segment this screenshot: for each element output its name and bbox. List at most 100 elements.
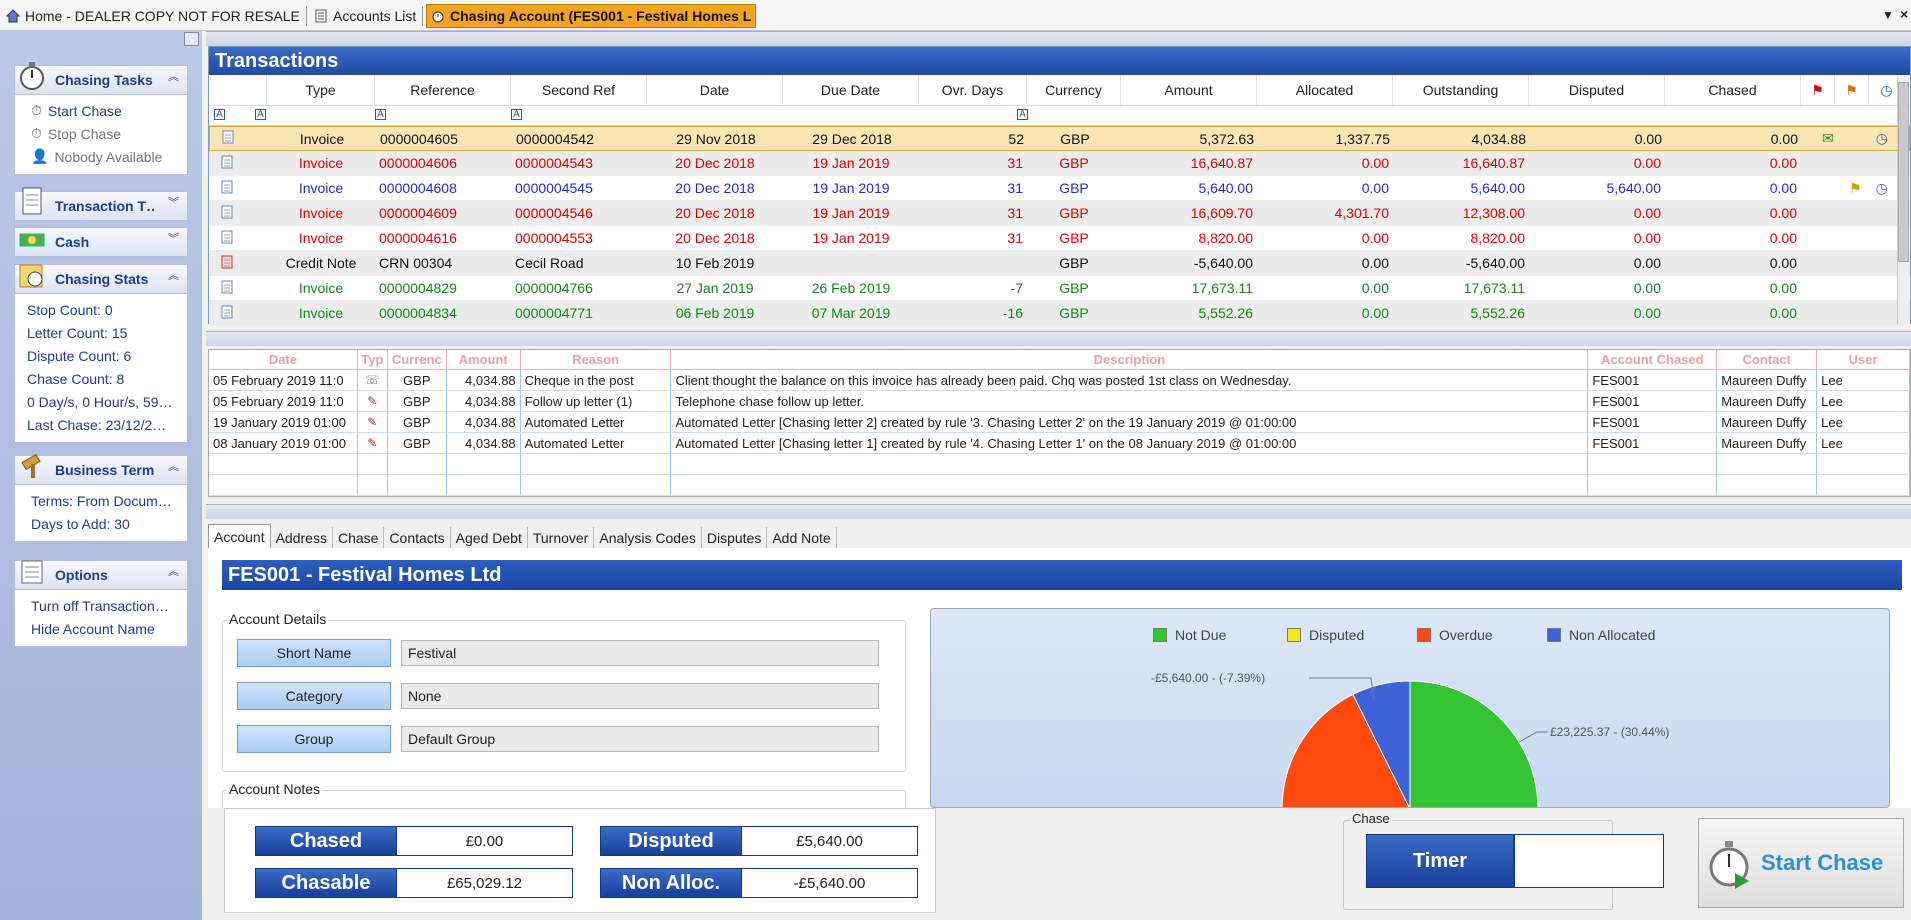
chase-log-row[interactable]: 19 January 2019 01:00 ✎ GBP 4,034.88 Automat… xyxy=(209,412,1910,433)
col-second-ref[interactable]: Second Ref xyxy=(511,75,647,105)
chase-log-rows: 05 February 2019 11:0 ☏ GBP 4,034.88 Cheque … xyxy=(209,370,1910,496)
chase-log-row[interactable]: 08 January 2019 01:00 ✎ GBP 4,034.88 Automat… xyxy=(209,433,1910,454)
cell-alloc: 0.00 xyxy=(1361,305,1389,321)
chase-log-grid: Date Typ Currenc Amount Reason Descripti… xyxy=(208,349,1911,497)
col-account-chased[interactable]: Account Chased xyxy=(1588,350,1718,369)
transaction-row[interactable]: Invoice 0000004834 0000004771 06 Feb 2019 07… xyxy=(209,301,1910,326)
cell-type: Invoice xyxy=(298,230,344,246)
chevron-up-icon[interactable]: ︽ xyxy=(168,72,179,83)
chevron-up-icon[interactable]: ︽ xyxy=(168,462,179,473)
close-icon[interactable]: × xyxy=(1900,6,1908,22)
transaction-row[interactable]: Invoice 0000004829 0000004766 27 Jan 2019 26… xyxy=(209,276,1910,301)
col-user[interactable]: User xyxy=(1817,350,1911,369)
tab-disputes[interactable]: Disputes xyxy=(702,527,768,549)
short-name-field[interactable]: Festival xyxy=(401,640,879,666)
col-currency[interactable]: Currenc xyxy=(388,350,447,369)
group-chasing-tasks-header[interactable]: Chasing Tasks ︽ xyxy=(14,62,188,95)
filter-icon[interactable]: A xyxy=(255,109,266,120)
col-chased[interactable]: Chased xyxy=(1665,75,1801,105)
stop-chase-link[interactable]: ⏱ Stop Chase xyxy=(15,122,187,145)
col-ovr-days[interactable]: Ovr. Days xyxy=(919,75,1027,105)
document-icon xyxy=(22,187,42,215)
tab-home[interactable]: Home - DEALER COPY NOT FOR RESALE xyxy=(2,4,302,28)
col-type[interactable]: Type xyxy=(267,75,375,105)
col-date[interactable]: Date xyxy=(209,350,358,369)
flag-orange-icon[interactable]: ⚑ xyxy=(1835,75,1869,105)
chevron-up-icon[interactable]: ︽ xyxy=(168,567,179,578)
group-label: Group xyxy=(237,725,391,753)
tab-account[interactable]: Account xyxy=(208,524,271,549)
invoice-icon xyxy=(209,180,267,197)
transactions-scrollbar[interactable] xyxy=(1897,78,1909,324)
group-cash-header[interactable]: Cash ︾ xyxy=(14,227,188,257)
col-description[interactable]: Description xyxy=(671,350,1589,369)
splitter[interactable] xyxy=(206,504,1911,519)
hide-account-name-link[interactable]: Hide Account Name xyxy=(15,617,187,640)
splitter[interactable] xyxy=(206,331,1911,346)
tab-address[interactable]: Address xyxy=(271,527,333,549)
flag-red-icon[interactable]: ⚑ xyxy=(1801,75,1835,105)
col-disputed[interactable]: Disputed xyxy=(1529,75,1665,105)
leader-line xyxy=(1518,731,1548,743)
transaction-row[interactable]: Invoice 0000004616 0000004553 20 Dec 2018 19… xyxy=(209,226,1910,251)
transactions-panel: Transactions Type Reference Second Ref D… xyxy=(208,46,1911,326)
col-typ[interactable]: Typ xyxy=(358,350,388,369)
chase-log-row[interactable]: 05 February 2019 11:0 ✎ GBP 4,034.88 Follow … xyxy=(209,391,1910,412)
filter-icon[interactable]: A xyxy=(1017,109,1028,120)
start-chase-button[interactable]: Start Chase xyxy=(1698,818,1904,908)
filter-row[interactable]: A A A A A xyxy=(209,106,1910,126)
cell-date: 29 Nov 2018 xyxy=(676,130,756,147)
group-field[interactable]: Default Group xyxy=(401,726,879,752)
cell-chased: 0.00 xyxy=(1769,230,1797,246)
col-contact[interactable]: Contact xyxy=(1717,350,1818,369)
col-reason[interactable]: Reason xyxy=(521,350,672,369)
tab-aged-debt[interactable]: Aged Debt xyxy=(451,527,528,549)
empty-cell xyxy=(1817,454,1910,474)
col-outstanding[interactable]: Outstanding xyxy=(1393,75,1529,105)
tab-turnover[interactable]: Turnover xyxy=(528,527,595,549)
tab-dropdown-icon[interactable]: ▼ xyxy=(1882,8,1894,22)
turn-off-transaction-link[interactable]: Turn off Transaction… xyxy=(15,594,187,617)
chase-log-row[interactable]: 05 February 2019 11:0 ☏ GBP 4,034.88 Cheque … xyxy=(209,370,1910,391)
transaction-row[interactable]: Invoice 0000004606 0000004543 20 Dec 2018 19… xyxy=(209,151,1910,176)
tab-accounts-list[interactable]: Accounts List xyxy=(310,4,422,28)
chevron-down-icon[interactable]: ︾ xyxy=(168,198,179,209)
pin-icon[interactable] xyxy=(184,32,199,46)
filter-icon[interactable]: A xyxy=(375,109,386,120)
col-currency[interactable]: Currency xyxy=(1027,75,1121,105)
tab-add-note[interactable]: Add Note xyxy=(767,527,837,549)
transaction-row[interactable]: Invoice 0000004608 0000004545 20 Dec 2018 19… xyxy=(209,176,1910,201)
col-amount[interactable]: Amount xyxy=(1121,75,1257,105)
cell-due: 19 Jan 2019 xyxy=(812,205,890,221)
letter-icon: ✎ xyxy=(358,391,388,411)
tab-analysis-codes[interactable]: Analysis Codes xyxy=(594,527,702,549)
transaction-row[interactable]: Invoice 0000004609 0000004546 20 Dec 2018 19… xyxy=(209,201,1910,226)
filter-icon[interactable]: A xyxy=(214,109,225,120)
cell-amount: 5,640.00 xyxy=(1198,180,1254,196)
nobody-available-link[interactable]: 👤 Nobody Available xyxy=(15,145,187,168)
col-icon[interactable] xyxy=(209,75,267,105)
chevron-down-icon[interactable]: ︾ xyxy=(168,234,179,245)
start-chase-link[interactable]: ⏱ Start Chase xyxy=(15,99,187,122)
category-field[interactable]: None xyxy=(401,683,879,709)
chevron-up-icon[interactable]: ︽ xyxy=(168,271,179,282)
tab-chase[interactable]: Chase xyxy=(333,527,385,549)
group-options-header[interactable]: Options ︽ xyxy=(14,560,188,590)
group-business-terms-header[interactable]: Business Terms ︽ xyxy=(14,453,188,485)
col-date[interactable]: Date xyxy=(647,75,783,105)
col-due-date[interactable]: Due Date xyxy=(783,75,919,105)
group-transaction-t-header[interactable]: Transaction T… ︾ xyxy=(14,187,188,221)
start-chase-label: Start Chase xyxy=(1761,850,1884,875)
group-chasing-stats-header[interactable]: Chasing Stats ︽ xyxy=(14,264,188,294)
invoice-icon xyxy=(209,280,267,297)
splitter[interactable] xyxy=(206,31,1911,46)
transaction-row[interactable]: Credit Note CRN 00304 Cecil Road 10 Feb 201… xyxy=(209,251,1910,276)
col-amount[interactable]: Amount xyxy=(447,350,521,369)
filter-icon[interactable]: A xyxy=(511,109,522,120)
col-reference[interactable]: Reference xyxy=(375,75,511,105)
col-allocated[interactable]: Allocated xyxy=(1257,75,1393,105)
transaction-row[interactable]: Invoice 0000004605 0000004542 29 Nov 2018 29… xyxy=(209,126,1910,151)
tab-chasing-account[interactable]: Chasing Account (FES001 - Festival Homes… xyxy=(426,4,756,28)
tab-contacts[interactable]: Contacts xyxy=(384,527,451,549)
cell-type: Credit Note xyxy=(285,255,357,271)
